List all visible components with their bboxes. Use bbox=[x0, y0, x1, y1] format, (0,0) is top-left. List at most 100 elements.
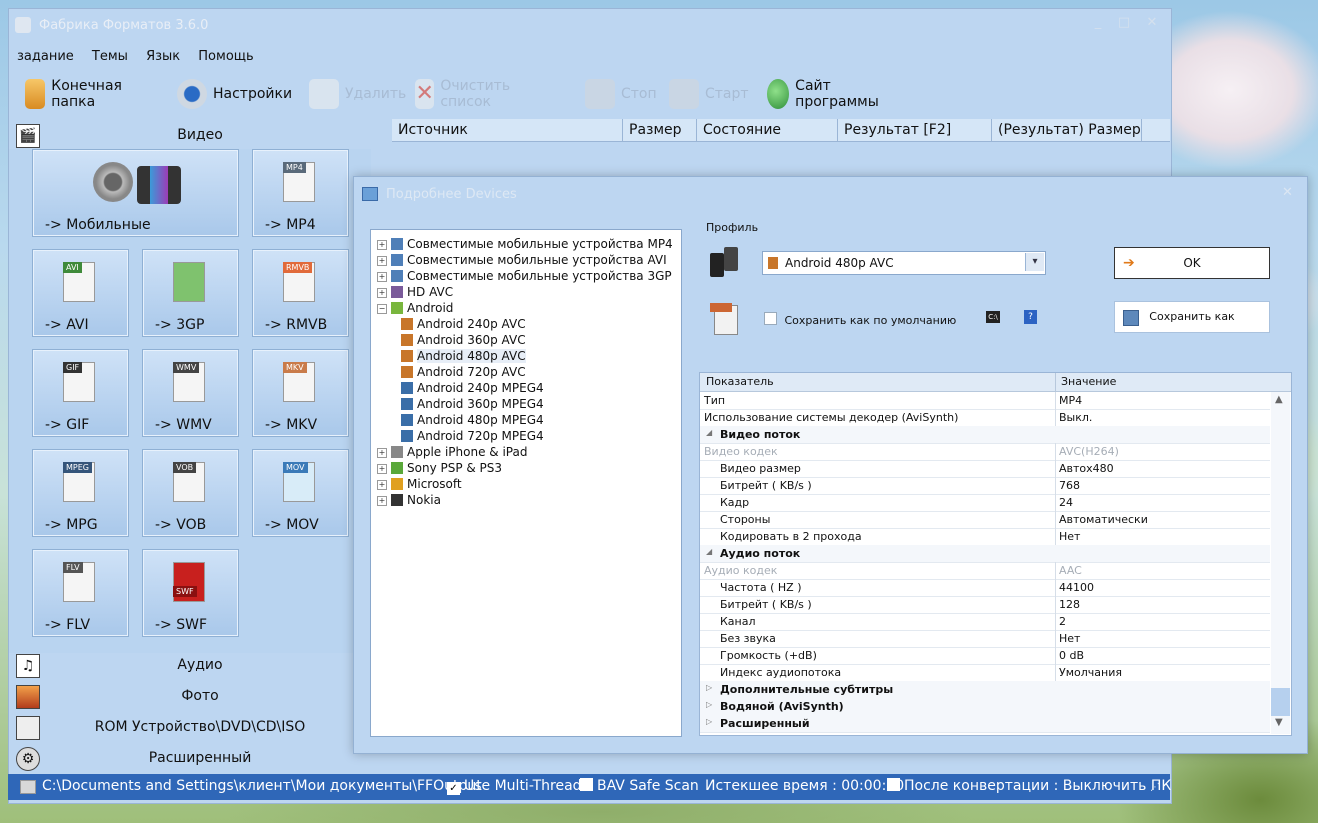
start-button[interactable]: Старт bbox=[669, 75, 749, 113]
tree-node[interactable]: Android 480p MPEG4 bbox=[401, 412, 544, 428]
close-button[interactable]: ✕ bbox=[1141, 15, 1163, 33]
format-mpg-button[interactable]: MPEG -> MPG bbox=[32, 449, 129, 537]
property-row[interactable]: Кадр 24 bbox=[700, 494, 1270, 512]
expand-icon[interactable]: + bbox=[377, 480, 387, 490]
format-avi-button[interactable]: AVI -> AVI bbox=[32, 249, 129, 337]
format-flv-button[interactable]: FLV -> FLV bbox=[32, 549, 129, 637]
save-as-button[interactable]: Сохранить как bbox=[1114, 301, 1270, 333]
command-line-icon[interactable]: C:\ bbox=[986, 311, 1000, 323]
category-video[interactable]: 🎬 Видео bbox=[10, 121, 390, 149]
tree-node[interactable]: + Совместимые мобильные устройства 3GP bbox=[377, 268, 672, 284]
tree-node[interactable]: Android 720p MPEG4 bbox=[401, 428, 544, 444]
property-row[interactable]: Громкость (+dB) 0 dB bbox=[700, 647, 1270, 665]
property-row[interactable]: Индекс аудиопотока Умолчания bbox=[700, 664, 1270, 682]
section-toggle-icon[interactable]: ▷ bbox=[706, 683, 712, 692]
col-value[interactable]: Значение bbox=[1061, 375, 1116, 388]
category-rom[interactable]: ROM Устройство\DVD\CD\ISO bbox=[10, 713, 390, 741]
property-row[interactable]: Использование системы декодер (AviSynth)… bbox=[700, 409, 1270, 427]
menu-language[interactable]: Язык bbox=[146, 49, 180, 64]
bav-checkbox[interactable]: BAV Safe Scan bbox=[580, 778, 699, 794]
property-row[interactable]: Без звука Нет bbox=[700, 630, 1270, 648]
format-3gp-button[interactable]: -> 3GP bbox=[142, 249, 239, 337]
property-value[interactable]: AVC(H264) bbox=[1059, 445, 1119, 458]
section-toggle-icon[interactable]: ▷ bbox=[706, 700, 712, 709]
dialog-close-button[interactable]: ✕ bbox=[1282, 185, 1293, 200]
scroll-up-arrow-icon[interactable]: ▲ bbox=[1275, 394, 1283, 405]
grid-scrollbar[interactable]: ▲ ▼ bbox=[1271, 392, 1290, 734]
property-value[interactable]: MP4 bbox=[1059, 394, 1082, 407]
maximize-button[interactable]: □ bbox=[1113, 15, 1135, 33]
property-value[interactable]: AAC bbox=[1059, 564, 1082, 577]
settings-button[interactable]: Настройки bbox=[177, 75, 292, 113]
property-value[interactable]: Выкл. bbox=[1059, 411, 1092, 424]
property-row[interactable]: ◢ Аудио поток bbox=[700, 545, 1270, 563]
property-row[interactable]: Стороны Автоматически bbox=[700, 511, 1270, 529]
category-audio[interactable]: ♫ Аудио bbox=[10, 651, 390, 679]
format-mp4-button[interactable]: MP4 -> MP4 bbox=[252, 149, 349, 237]
tree-node[interactable]: + Microsoft bbox=[377, 476, 462, 492]
col-result-size[interactable]: (Результат) Размер bbox=[992, 119, 1142, 141]
title-bar[interactable]: Фабрика Форматов 3.6.0 _ □ ✕ bbox=[9, 9, 1171, 45]
menu-themes[interactable]: Темы bbox=[92, 49, 128, 64]
format-gif-button[interactable]: GIF -> GIF bbox=[32, 349, 129, 437]
format-mov-button[interactable]: MOV -> MOV bbox=[252, 449, 349, 537]
property-value[interactable]: 128 bbox=[1059, 598, 1080, 611]
property-row[interactable]: Кодировать в 2 прохода Нет bbox=[700, 528, 1270, 546]
output-path[interactable]: C:\Documents and Settings\клиент\Мои док… bbox=[42, 778, 482, 794]
output-folder-button[interactable]: Конечная папка bbox=[25, 75, 132, 113]
minimize-button[interactable]: _ bbox=[1087, 15, 1109, 33]
expand-icon[interactable]: + bbox=[377, 288, 387, 298]
property-value[interactable]: Автоматически bbox=[1059, 513, 1148, 526]
grid-scroll-thumb[interactable] bbox=[1271, 688, 1290, 716]
website-button[interactable]: Сайт программы bbox=[767, 75, 887, 113]
property-row[interactable]: Битрейт ( KB/s ) 128 bbox=[700, 596, 1270, 614]
col-param[interactable]: Показатель bbox=[706, 375, 774, 388]
col-status[interactable]: Состояние bbox=[697, 119, 838, 141]
category-photo[interactable]: Фото bbox=[10, 682, 390, 710]
tree-node[interactable]: Android 360p MPEG4 bbox=[401, 396, 544, 412]
section-toggle-icon[interactable]: ▷ bbox=[706, 717, 712, 726]
stop-button[interactable]: Стоп bbox=[585, 75, 657, 113]
property-value[interactable]: 0 dB bbox=[1059, 649, 1084, 662]
property-row[interactable]: Видео кодек AVC(H264) bbox=[700, 443, 1270, 461]
format-swf-button[interactable]: SWF -> SWF bbox=[142, 549, 239, 637]
multithreads-checkbox[interactable]: ✓ Use Multi-Threads bbox=[447, 778, 589, 795]
category-advanced[interactable]: ⚙ Расширенный bbox=[10, 744, 390, 772]
property-row[interactable]: Видео размер Автоx480 bbox=[700, 460, 1270, 478]
format-wmv-button[interactable]: WMV -> WMV bbox=[142, 349, 239, 437]
col-source[interactable]: Источник bbox=[392, 119, 623, 141]
expand-icon[interactable]: + bbox=[377, 496, 387, 506]
help-icon[interactable]: ? bbox=[1024, 310, 1037, 324]
tree-node[interactable]: + Nokia bbox=[377, 492, 441, 508]
tree-node[interactable]: Android 240p AVC bbox=[401, 316, 526, 332]
tree-node[interactable]: + Sony PSP & PS3 bbox=[377, 460, 502, 476]
tree-node[interactable]: + HD AVC bbox=[377, 284, 453, 300]
property-value[interactable]: Нет bbox=[1059, 530, 1080, 543]
tree-node[interactable]: + Совместимые мобильные устройства AVI bbox=[377, 252, 667, 268]
property-row[interactable]: Частота ( HZ ) 44100 bbox=[700, 579, 1270, 597]
property-value[interactable]: Нет bbox=[1059, 632, 1080, 645]
property-row[interactable]: Тип MP4 bbox=[700, 392, 1270, 410]
expand-icon[interactable]: + bbox=[377, 448, 387, 458]
tree-node[interactable]: Android 480p AVC bbox=[401, 348, 526, 364]
property-value[interactable]: 24 bbox=[1059, 496, 1073, 509]
after-conversion-checkbox[interactable]: После конвертации : Выключить ПК bbox=[887, 778, 1171, 794]
delete-button[interactable]: Удалить bbox=[309, 75, 406, 113]
chevron-down-icon[interactable]: ▾ bbox=[1025, 253, 1044, 271]
property-value[interactable]: 44100 bbox=[1059, 581, 1094, 594]
property-value[interactable]: Автоx480 bbox=[1059, 462, 1114, 475]
resize-grip-icon[interactable]: ⋰ bbox=[1150, 782, 1160, 793]
property-value[interactable]: Умолчания bbox=[1059, 666, 1122, 679]
property-value[interactable]: 768 bbox=[1059, 479, 1080, 492]
col-size[interactable]: Размер bbox=[623, 119, 697, 141]
clear-list-button[interactable]: ✕ Очистить список bbox=[415, 75, 521, 113]
tree-node[interactable]: + Apple iPhone & iPad bbox=[377, 444, 527, 460]
tree-node[interactable]: Android 240p MPEG4 bbox=[401, 380, 544, 396]
tree-node[interactable]: Android 360p AVC bbox=[401, 332, 526, 348]
property-row[interactable]: ▷ Дополнительные субтитры bbox=[700, 681, 1270, 699]
property-row[interactable]: Аудио кодек AAC bbox=[700, 562, 1270, 580]
menu-help[interactable]: Помощь bbox=[198, 49, 253, 64]
section-toggle-icon[interactable]: ◢ bbox=[706, 547, 712, 556]
folder-small-icon[interactable] bbox=[20, 780, 36, 794]
col-result[interactable]: Результат [F2] bbox=[838, 119, 992, 141]
